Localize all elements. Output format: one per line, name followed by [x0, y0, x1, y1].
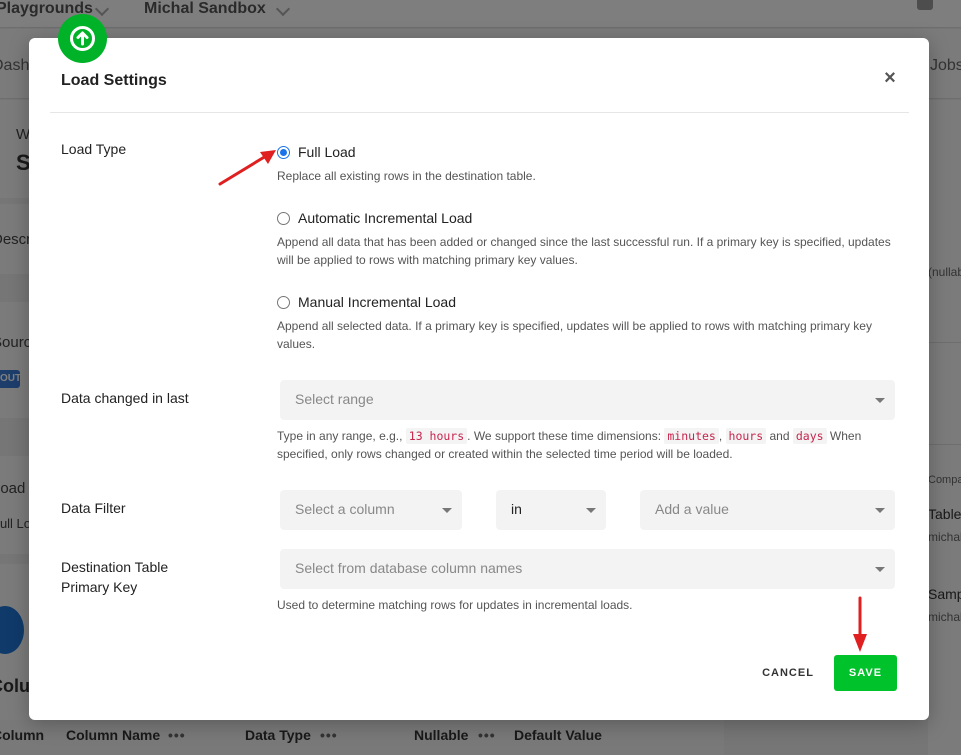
- radio-button[interactable]: [277, 295, 290, 309]
- save-button[interactable]: SAVE: [834, 655, 897, 691]
- code-dimension: days: [792, 428, 827, 444]
- cancel-button[interactable]: CANCEL: [751, 655, 825, 691]
- operator-select-value: in: [511, 501, 522, 517]
- radio-manual-incremental-load[interactable]: Manual Incremental Load: [277, 292, 456, 312]
- code-dimension: minutes: [664, 428, 719, 444]
- radio-help-text: Append all selected data. If a primary k…: [277, 319, 872, 351]
- help-text: ,: [718, 429, 723, 443]
- caret-down-icon[interactable]: [442, 508, 452, 513]
- code-dimension: hours: [725, 428, 767, 444]
- load-type-label: Load Type: [61, 141, 127, 157]
- caret-down-icon[interactable]: [875, 508, 885, 513]
- radio-full-load[interactable]: Full Load: [277, 142, 356, 162]
- modal-header: Load Settings ×: [50, 38, 909, 113]
- caret-down-icon[interactable]: [875, 398, 885, 403]
- close-icon[interactable]: ×: [880, 68, 900, 88]
- value-select-placeholder: Add a value: [655, 501, 729, 517]
- column-select-placeholder: Select a column: [295, 501, 395, 517]
- help-text: . We support these time dimensions:: [467, 429, 662, 443]
- radio-label[interactable]: Full Load: [298, 144, 356, 160]
- primary-key-help-text: Used to determine matching rows for upda…: [277, 598, 633, 612]
- range-help-text: Type in any range, e.g., 13 hours. We su…: [277, 427, 902, 463]
- filter-operator-select[interactable]: in: [496, 490, 606, 530]
- filter-value-select[interactable]: Add a value: [640, 490, 895, 530]
- primary-key-label-line1: Destination Table: [61, 559, 169, 575]
- radio-help-text: Replace all existing rows in the destina…: [277, 169, 536, 183]
- radio-button[interactable]: [277, 211, 290, 225]
- caret-down-icon[interactable]: [875, 567, 885, 572]
- caret-down-icon[interactable]: [586, 508, 596, 513]
- primary-key-select[interactable]: Select from database column names: [280, 549, 895, 589]
- primary-key-placeholder: Select from database column names: [295, 560, 523, 576]
- radio-label[interactable]: Manual Incremental Load: [298, 294, 456, 310]
- arrow-up-icon: [76, 31, 89, 46]
- data-changed-label: Data changed in last: [61, 390, 189, 406]
- arrow-up-circle-icon: [58, 14, 107, 63]
- data-filter-label: Data Filter: [61, 500, 126, 516]
- radio-automatic-incremental-load[interactable]: Automatic Incremental Load: [277, 208, 472, 228]
- help-text: Type in any range, e.g.,: [277, 429, 403, 443]
- radio-button-checked[interactable]: [277, 145, 290, 159]
- radio-help-text: Append all data that has been added or c…: [277, 235, 891, 267]
- radio-label[interactable]: Automatic Incremental Load: [298, 210, 472, 226]
- primary-key-label-line2: Primary Key: [61, 579, 138, 595]
- code-example: 13 hours: [405, 428, 468, 444]
- help-text: and: [769, 429, 790, 443]
- modal-title: Load Settings: [61, 72, 167, 89]
- range-select-placeholder: Select range: [295, 391, 374, 407]
- filter-column-select[interactable]: Select a column: [280, 490, 462, 530]
- load-settings-modal: Load Settings × Load Type Full Load Repl…: [29, 38, 929, 720]
- range-select[interactable]: Select range: [280, 380, 895, 420]
